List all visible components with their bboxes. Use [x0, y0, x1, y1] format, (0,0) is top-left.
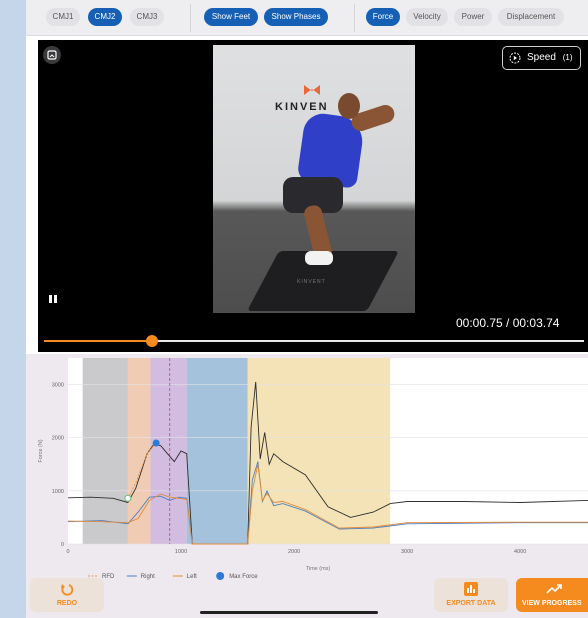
view-progress-button[interactable]: VIEW PROGRESS	[516, 578, 588, 612]
export-data-label: EXPORT DATA	[446, 600, 496, 607]
x-tick-label: 1000	[175, 549, 187, 555]
legend-label: RFD	[102, 574, 115, 580]
data-point-max-force	[152, 439, 160, 447]
metric-displacement-button[interactable]: Displacement	[498, 8, 564, 26]
phase-band	[247, 358, 391, 544]
redo-label: REDO	[56, 600, 78, 607]
analysis-panel: CMJ1 CMJ2 CMJ3 Show Feet Show Phases For…	[26, 0, 588, 618]
athlete-head	[338, 93, 360, 119]
legend-label: Right	[141, 574, 155, 580]
toolbar-divider	[190, 4, 191, 32]
scrub-progress	[44, 340, 152, 342]
metric-velocity-button[interactable]: Velocity	[406, 8, 448, 26]
trial-cmj2-button[interactable]: CMJ2	[88, 8, 122, 26]
x-tick-label: 4000	[514, 549, 526, 555]
home-indicator	[200, 611, 378, 614]
scrub-thumb[interactable]	[146, 335, 158, 347]
legend-marker	[216, 572, 225, 580]
phase-band	[82, 358, 128, 544]
redo-button[interactable]: REDO	[30, 578, 104, 612]
redo-icon	[61, 584, 74, 596]
x-tick-label: 3000	[401, 549, 413, 555]
toggle-toolbar: CMJ1 CMJ2 CMJ3 Show Feet Show Phases For…	[26, 0, 588, 36]
data-point-rfd-start	[124, 494, 132, 502]
x-tick-label: 2000	[288, 549, 300, 555]
speed-label: Speed	[527, 52, 556, 63]
force-plate-label: KINVENT	[297, 279, 326, 285]
trial-cmj1-button[interactable]: CMJ1	[46, 8, 80, 26]
view-progress-label: VIEW PROGRESS	[522, 600, 582, 607]
export-data-button[interactable]: EXPORT DATA	[434, 578, 508, 612]
metric-power-button[interactable]: Power	[454, 8, 492, 26]
phase-band	[186, 358, 248, 544]
video-timecode: 00:00.75 / 00:03.74	[456, 316, 560, 330]
y-tick-label: 0	[61, 542, 64, 548]
y-tick-label: 2000	[52, 436, 64, 442]
y-axis-label: Force (N)	[38, 439, 44, 462]
wall-brand-text: KINVEN	[275, 101, 329, 113]
video-frame: KINVEN KINVENT	[213, 45, 415, 313]
y-tick-label: 1000	[52, 489, 64, 495]
legend-label: Left	[187, 574, 197, 580]
speed-icon	[509, 52, 521, 64]
x-axis-label: Time (ms)	[306, 566, 331, 572]
video-player[interactable]: KINVEN KINVENT Speed (1) 00:00.75 / 00:0…	[38, 40, 588, 352]
kinvent-logo-icon	[304, 85, 320, 95]
screenshot-button[interactable]	[43, 46, 61, 64]
show-phases-button[interactable]: Show Phases	[264, 8, 328, 26]
legend-label: Max Force	[229, 574, 258, 580]
pause-icon[interactable]	[48, 294, 58, 304]
trial-cmj3-button[interactable]: CMJ3	[130, 8, 164, 26]
app-frame: CMJ1 CMJ2 CMJ3 Show Feet Show Phases For…	[0, 0, 588, 618]
speed-value: (1)	[562, 53, 573, 62]
y-tick-label: 3000	[52, 383, 64, 389]
show-feet-button[interactable]: Show Feet	[204, 8, 258, 26]
x-tick-label: 0	[66, 549, 69, 555]
speed-button[interactable]: Speed (1)	[502, 46, 581, 70]
toolbar-divider	[354, 4, 355, 32]
frame-capture-icon	[47, 50, 57, 60]
bar-chart-icon	[464, 582, 478, 596]
metric-force-button[interactable]: Force	[366, 8, 400, 26]
athlete-shoe	[305, 251, 333, 265]
trend-up-icon	[546, 584, 562, 594]
